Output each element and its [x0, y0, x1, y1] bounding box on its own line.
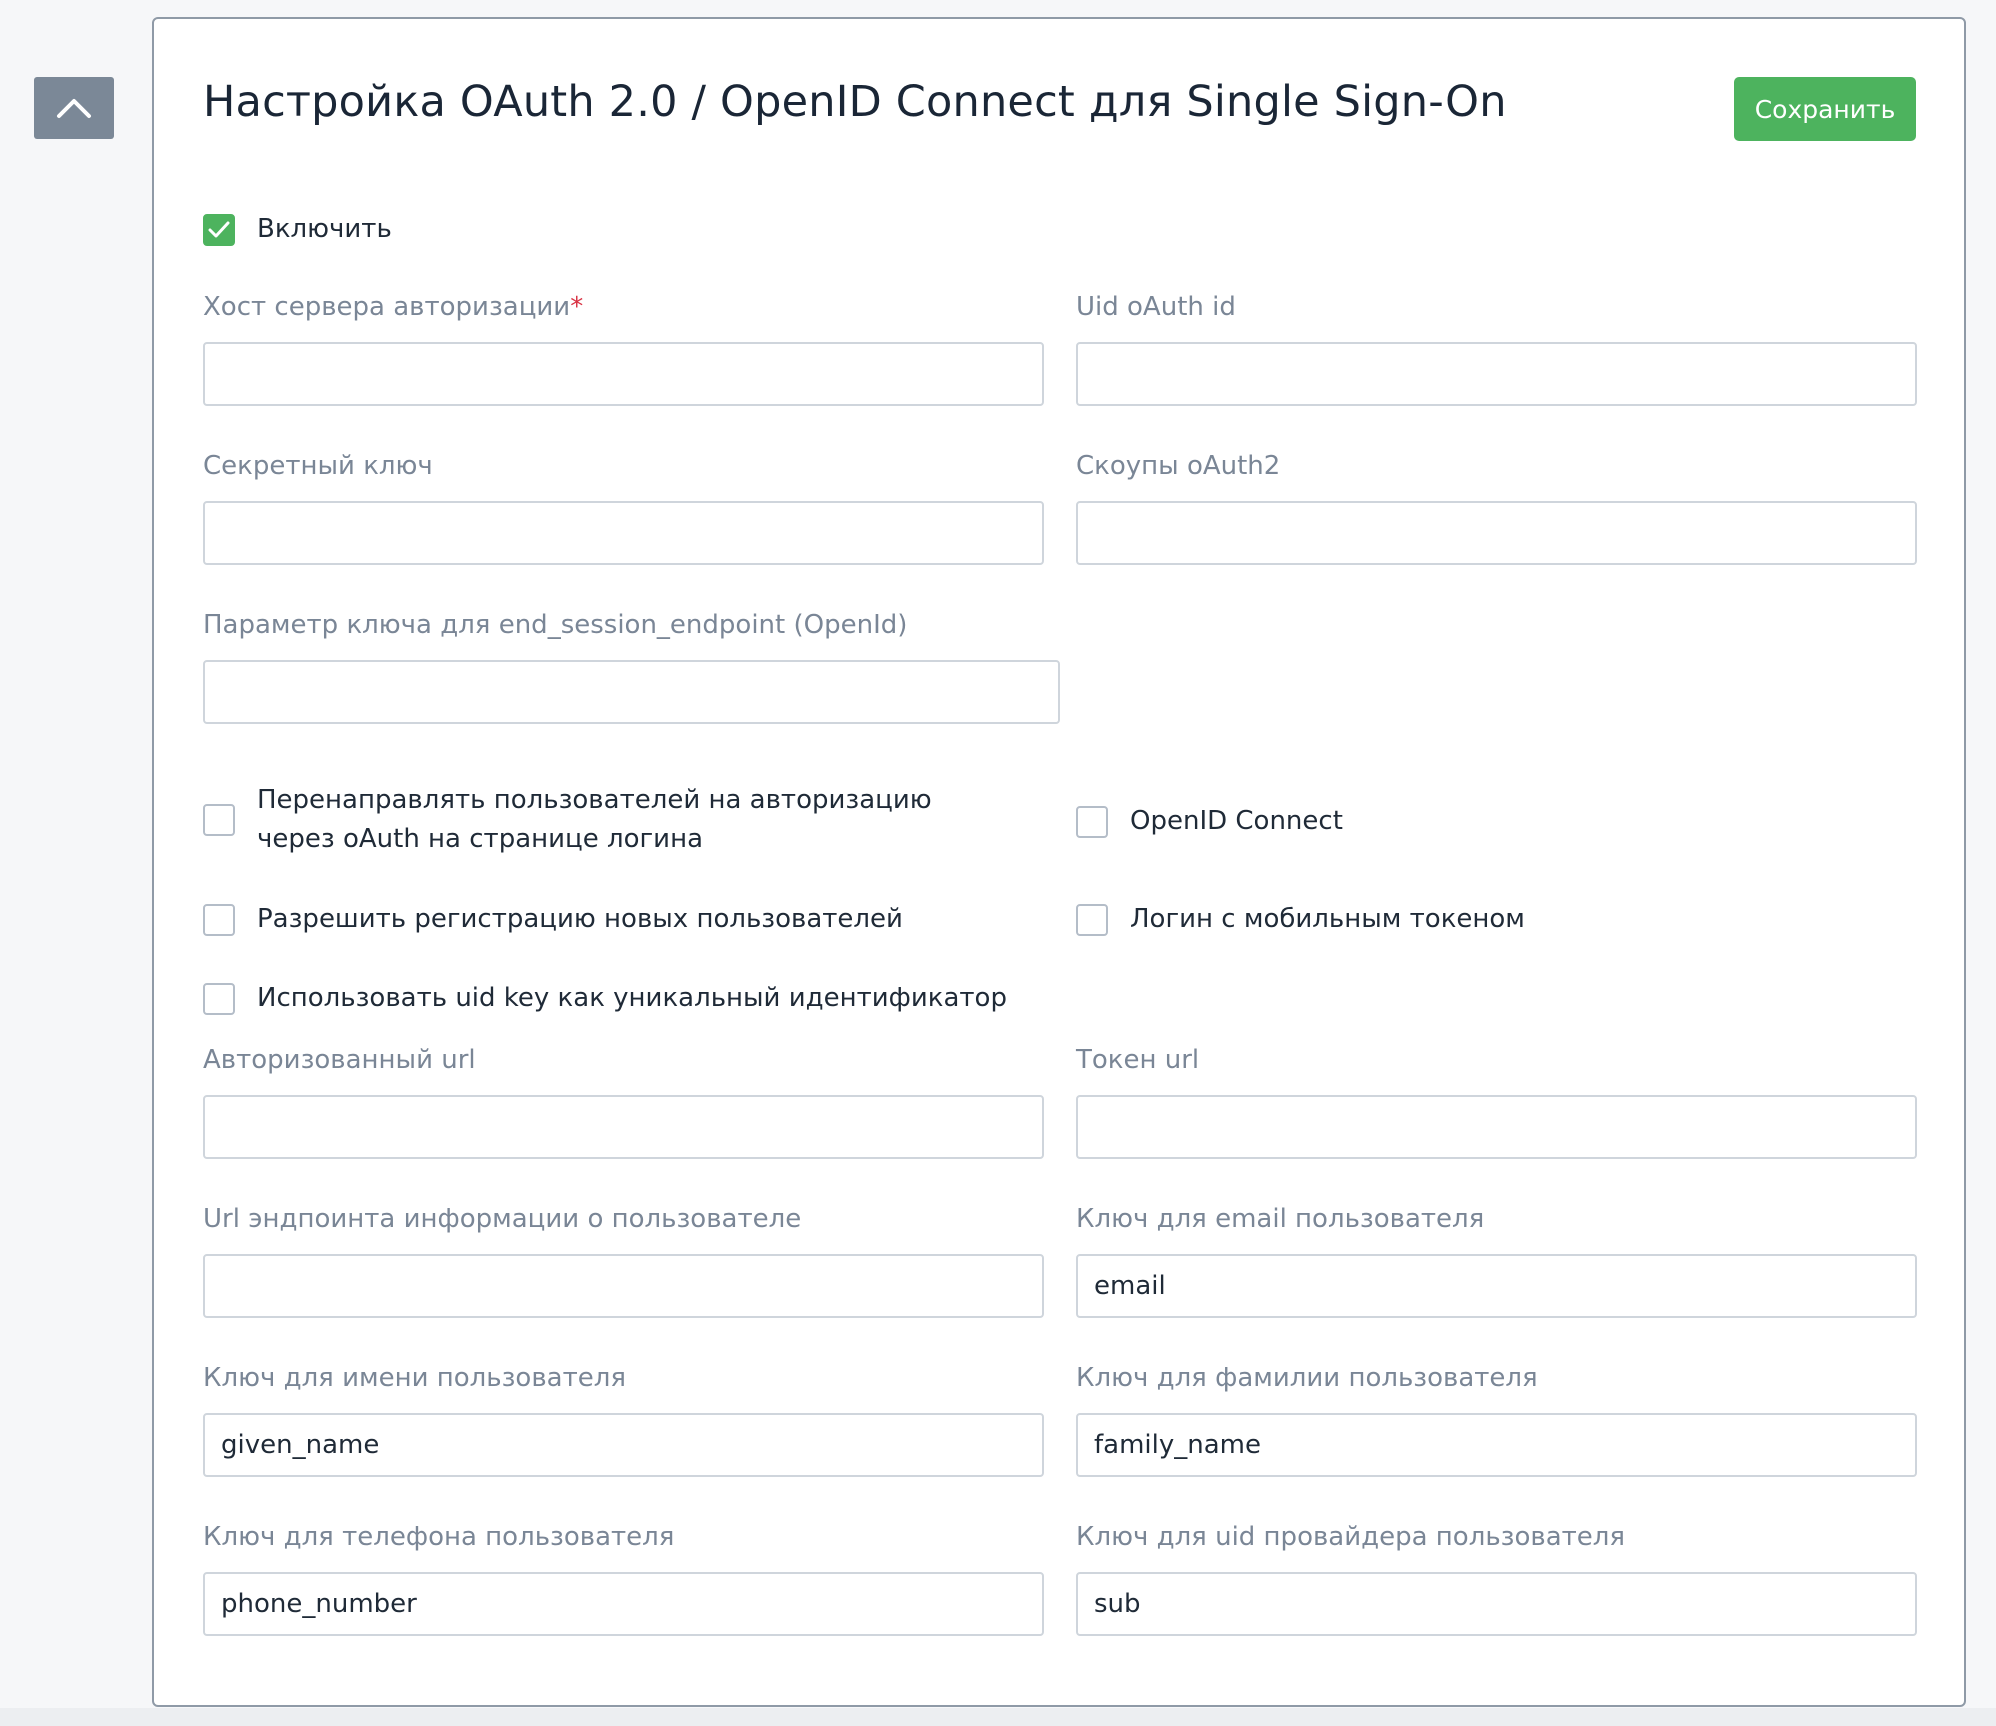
use-uid-key-label: Использовать uid key как уникальный иден… — [257, 983, 1007, 1013]
allow-registration-row[interactable]: Разрешить регистрацию новых пользователе… — [203, 900, 903, 939]
phone-key-input[interactable] — [203, 1572, 1044, 1636]
mobile-token-login-label: Логин с мобильным токеном — [1130, 904, 1525, 934]
secret-key-input[interactable] — [203, 501, 1044, 565]
authorized-url-label: Авторизованный url — [203, 1045, 476, 1075]
save-button[interactable]: Сохранить — [1734, 77, 1916, 141]
oauth-settings-card: Настройка OAuth 2.0 / OpenID Connect для… — [152, 17, 1966, 1707]
end-session-param-input[interactable] — [203, 660, 1060, 724]
openid-connect-label: OpenID Connect — [1130, 806, 1343, 836]
scroll-to-top-button[interactable] — [34, 77, 114, 139]
enable-checkbox-row[interactable]: Включить — [203, 210, 392, 249]
email-key-input[interactable] — [1076, 1254, 1917, 1318]
userinfo-url-input[interactable] — [203, 1254, 1044, 1318]
redirect-login-checkbox[interactable] — [203, 804, 235, 836]
page-title: Настройка OAuth 2.0 / OpenID Connect для… — [203, 77, 1507, 127]
token-url-input[interactable] — [1076, 1095, 1917, 1159]
redirect-login-row[interactable]: Перенаправлять пользователей на авториза… — [203, 781, 1003, 859]
first-name-key-input[interactable] — [203, 1413, 1044, 1477]
use-uid-key-checkbox[interactable] — [203, 982, 235, 1015]
scopes-input[interactable] — [1076, 501, 1917, 565]
allow-registration-label: Разрешить регистрацию новых пользователе… — [257, 904, 903, 934]
last-name-key-input[interactable] — [1076, 1413, 1917, 1477]
checkmark-icon — [208, 221, 230, 237]
mobile-token-login-checkbox[interactable] — [1076, 903, 1108, 936]
mobile-token-login-row[interactable]: Логин с мобильным токеном — [1076, 900, 1525, 939]
openid-connect-checkbox[interactable] — [1076, 805, 1108, 838]
end-session-param-label: Параметр ключа для end_session_endpoint … — [203, 610, 908, 640]
allow-registration-checkbox[interactable] — [203, 903, 235, 936]
page-bottom-edge — [0, 1708, 1996, 1726]
email-key-label: Ключ для email пользователя — [1076, 1204, 1485, 1234]
token-url-label: Токен url — [1076, 1045, 1200, 1075]
auth-host-label: Хост сервера авторизации* — [203, 291, 583, 323]
chevron-up-icon — [57, 99, 91, 118]
required-mark: * — [570, 292, 584, 322]
enable-checkbox[interactable] — [203, 213, 235, 246]
use-uid-key-row[interactable]: Использовать uid key как уникальный иден… — [203, 979, 1007, 1018]
redirect-login-label: Перенаправлять пользователей на авториза… — [257, 785, 932, 854]
uid-oauth-id-input[interactable] — [1076, 342, 1917, 406]
userinfo-url-label: Url эндпоинта информации о пользователе — [203, 1204, 802, 1234]
phone-key-label: Ключ для телефона пользователя — [203, 1522, 675, 1552]
provider-uid-key-input[interactable] — [1076, 1572, 1917, 1636]
first-name-key-label: Ключ для имени пользователя — [203, 1363, 626, 1393]
uid-oauth-id-label: Uid oAuth id — [1076, 292, 1236, 322]
provider-uid-key-label: Ключ для uid провайдера пользователя — [1076, 1522, 1626, 1552]
secret-key-label: Секретный ключ — [203, 451, 433, 481]
openid-connect-row[interactable]: OpenID Connect — [1076, 802, 1343, 841]
auth-host-label-text: Хост сервера авторизации — [203, 292, 571, 322]
auth-host-input[interactable] — [203, 342, 1044, 406]
enable-label: Включить — [257, 214, 392, 244]
scopes-label: Скоупы oAuth2 — [1076, 451, 1281, 481]
authorized-url-input[interactable] — [203, 1095, 1044, 1159]
last-name-key-label: Ключ для фамилии пользователя — [1076, 1363, 1538, 1393]
